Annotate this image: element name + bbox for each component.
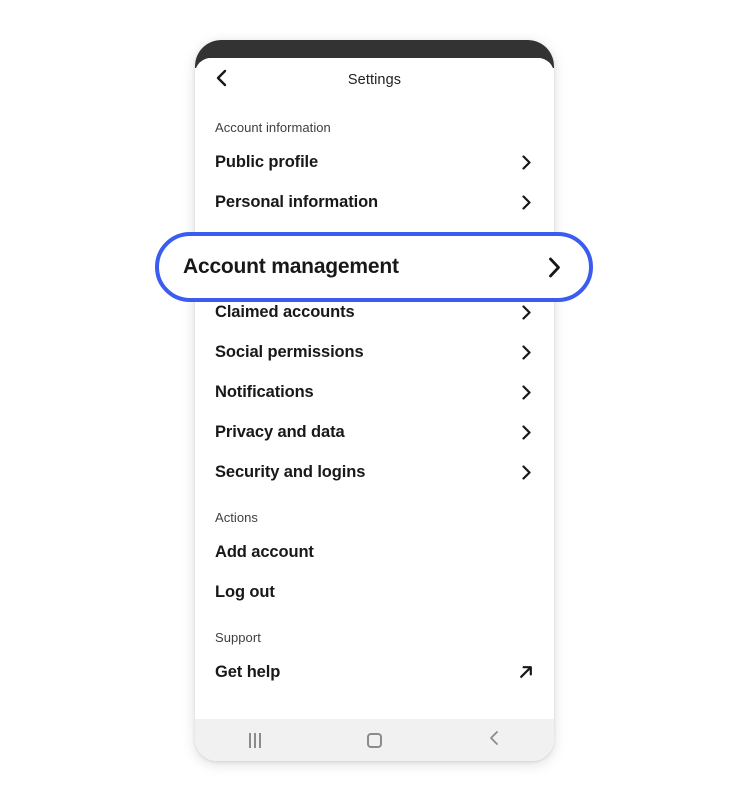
chevron-right-icon bbox=[518, 464, 534, 480]
recents-icon bbox=[248, 732, 261, 748]
page-title: Settings bbox=[347, 72, 402, 88]
settings-list: Account information Public profile Perso… bbox=[195, 102, 554, 692]
chevron-right-icon bbox=[518, 384, 534, 400]
android-back-button[interactable] bbox=[467, 719, 521, 761]
back-button[interactable] bbox=[207, 65, 237, 95]
list-item-add-account[interactable]: Add account bbox=[195, 532, 554, 572]
chevron-left-icon bbox=[487, 730, 501, 751]
list-item-label: Notifications bbox=[215, 382, 314, 401]
highlighted-item-label: Account management bbox=[183, 255, 399, 278]
highlighted-list-item-account-management[interactable]: Account management bbox=[155, 232, 593, 302]
list-item-label: Social permissions bbox=[215, 342, 364, 361]
list-item-security-and-logins[interactable]: Security and logins bbox=[195, 452, 554, 492]
phone-screen: Settings Account information Public prof… bbox=[195, 58, 554, 761]
list-item-get-help[interactable]: Get help bbox=[195, 652, 554, 692]
chevron-left-icon bbox=[214, 69, 230, 92]
section-header-account-information: Account information bbox=[215, 120, 331, 135]
list-item-label: Personal information bbox=[215, 192, 379, 211]
chevron-right-icon bbox=[518, 424, 534, 440]
chevron-right-icon bbox=[518, 154, 534, 170]
external-link-icon bbox=[518, 664, 534, 680]
phone-device: Settings Account information Public prof… bbox=[195, 40, 554, 761]
list-item-label: Add account bbox=[215, 542, 314, 561]
list-item-personal-information[interactable]: Personal information bbox=[195, 182, 554, 222]
list-item-public-profile[interactable]: Public profile bbox=[195, 142, 554, 182]
list-item-log-out[interactable]: Log out bbox=[195, 572, 554, 612]
list-item-label: Public profile bbox=[215, 152, 319, 171]
list-item-privacy-and-data[interactable]: Privacy and data bbox=[195, 412, 554, 452]
list-item-social-permissions[interactable]: Social permissions bbox=[195, 332, 554, 372]
list-item-label: Get help bbox=[215, 662, 281, 681]
list-item-label: Log out bbox=[215, 582, 275, 601]
section-header-support: Support bbox=[215, 630, 261, 645]
list-item-label: Security and logins bbox=[215, 462, 366, 481]
chevron-right-icon bbox=[518, 304, 534, 320]
android-navigation-bar bbox=[195, 719, 554, 761]
home-button[interactable] bbox=[347, 719, 401, 761]
recents-button[interactable] bbox=[228, 719, 282, 761]
home-icon bbox=[366, 732, 382, 748]
list-item-label: Privacy and data bbox=[215, 422, 345, 441]
list-item-notifications[interactable]: Notifications bbox=[195, 372, 554, 412]
app-bar: Settings bbox=[195, 58, 554, 102]
section-header-actions: Actions bbox=[215, 510, 258, 525]
chevron-right-icon bbox=[543, 256, 565, 278]
list-item-label: Claimed accounts bbox=[215, 302, 355, 321]
chevron-right-icon bbox=[518, 194, 534, 210]
chevron-right-icon bbox=[518, 344, 534, 360]
